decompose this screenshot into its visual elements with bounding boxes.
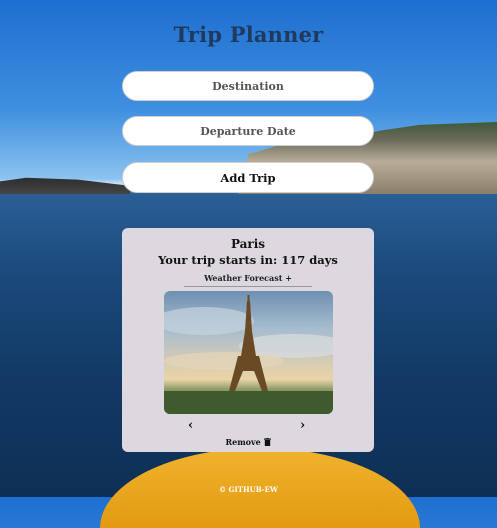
add-trip-button[interactable]: Add Trip bbox=[122, 162, 374, 193]
footer-credit: © GITHUB-EW bbox=[219, 485, 278, 494]
departure-date-input[interactable]: Departure Date bbox=[122, 116, 374, 146]
remove-trip-button[interactable]: Remove bbox=[122, 437, 374, 447]
trip-city: Paris bbox=[230, 237, 266, 251]
breakwater-scenery bbox=[0, 177, 130, 194]
destination-photo bbox=[164, 291, 333, 414]
trip-card: Paris Your trip starts in: 117 days Weat… bbox=[122, 228, 374, 452]
next-photo-button[interactable]: › bbox=[300, 418, 305, 433]
previous-photo-button[interactable]: ‹ bbox=[188, 418, 193, 433]
destination-input[interactable]: Destination bbox=[122, 71, 374, 101]
trip-countdown: Your trip starts in: 117 days bbox=[158, 253, 338, 267]
page-title: Trip Planner bbox=[173, 22, 324, 47]
weather-forecast-toggle[interactable]: Weather Forecast + bbox=[184, 273, 312, 287]
trash-icon bbox=[263, 437, 271, 447]
remove-label: Remove bbox=[225, 437, 261, 447]
